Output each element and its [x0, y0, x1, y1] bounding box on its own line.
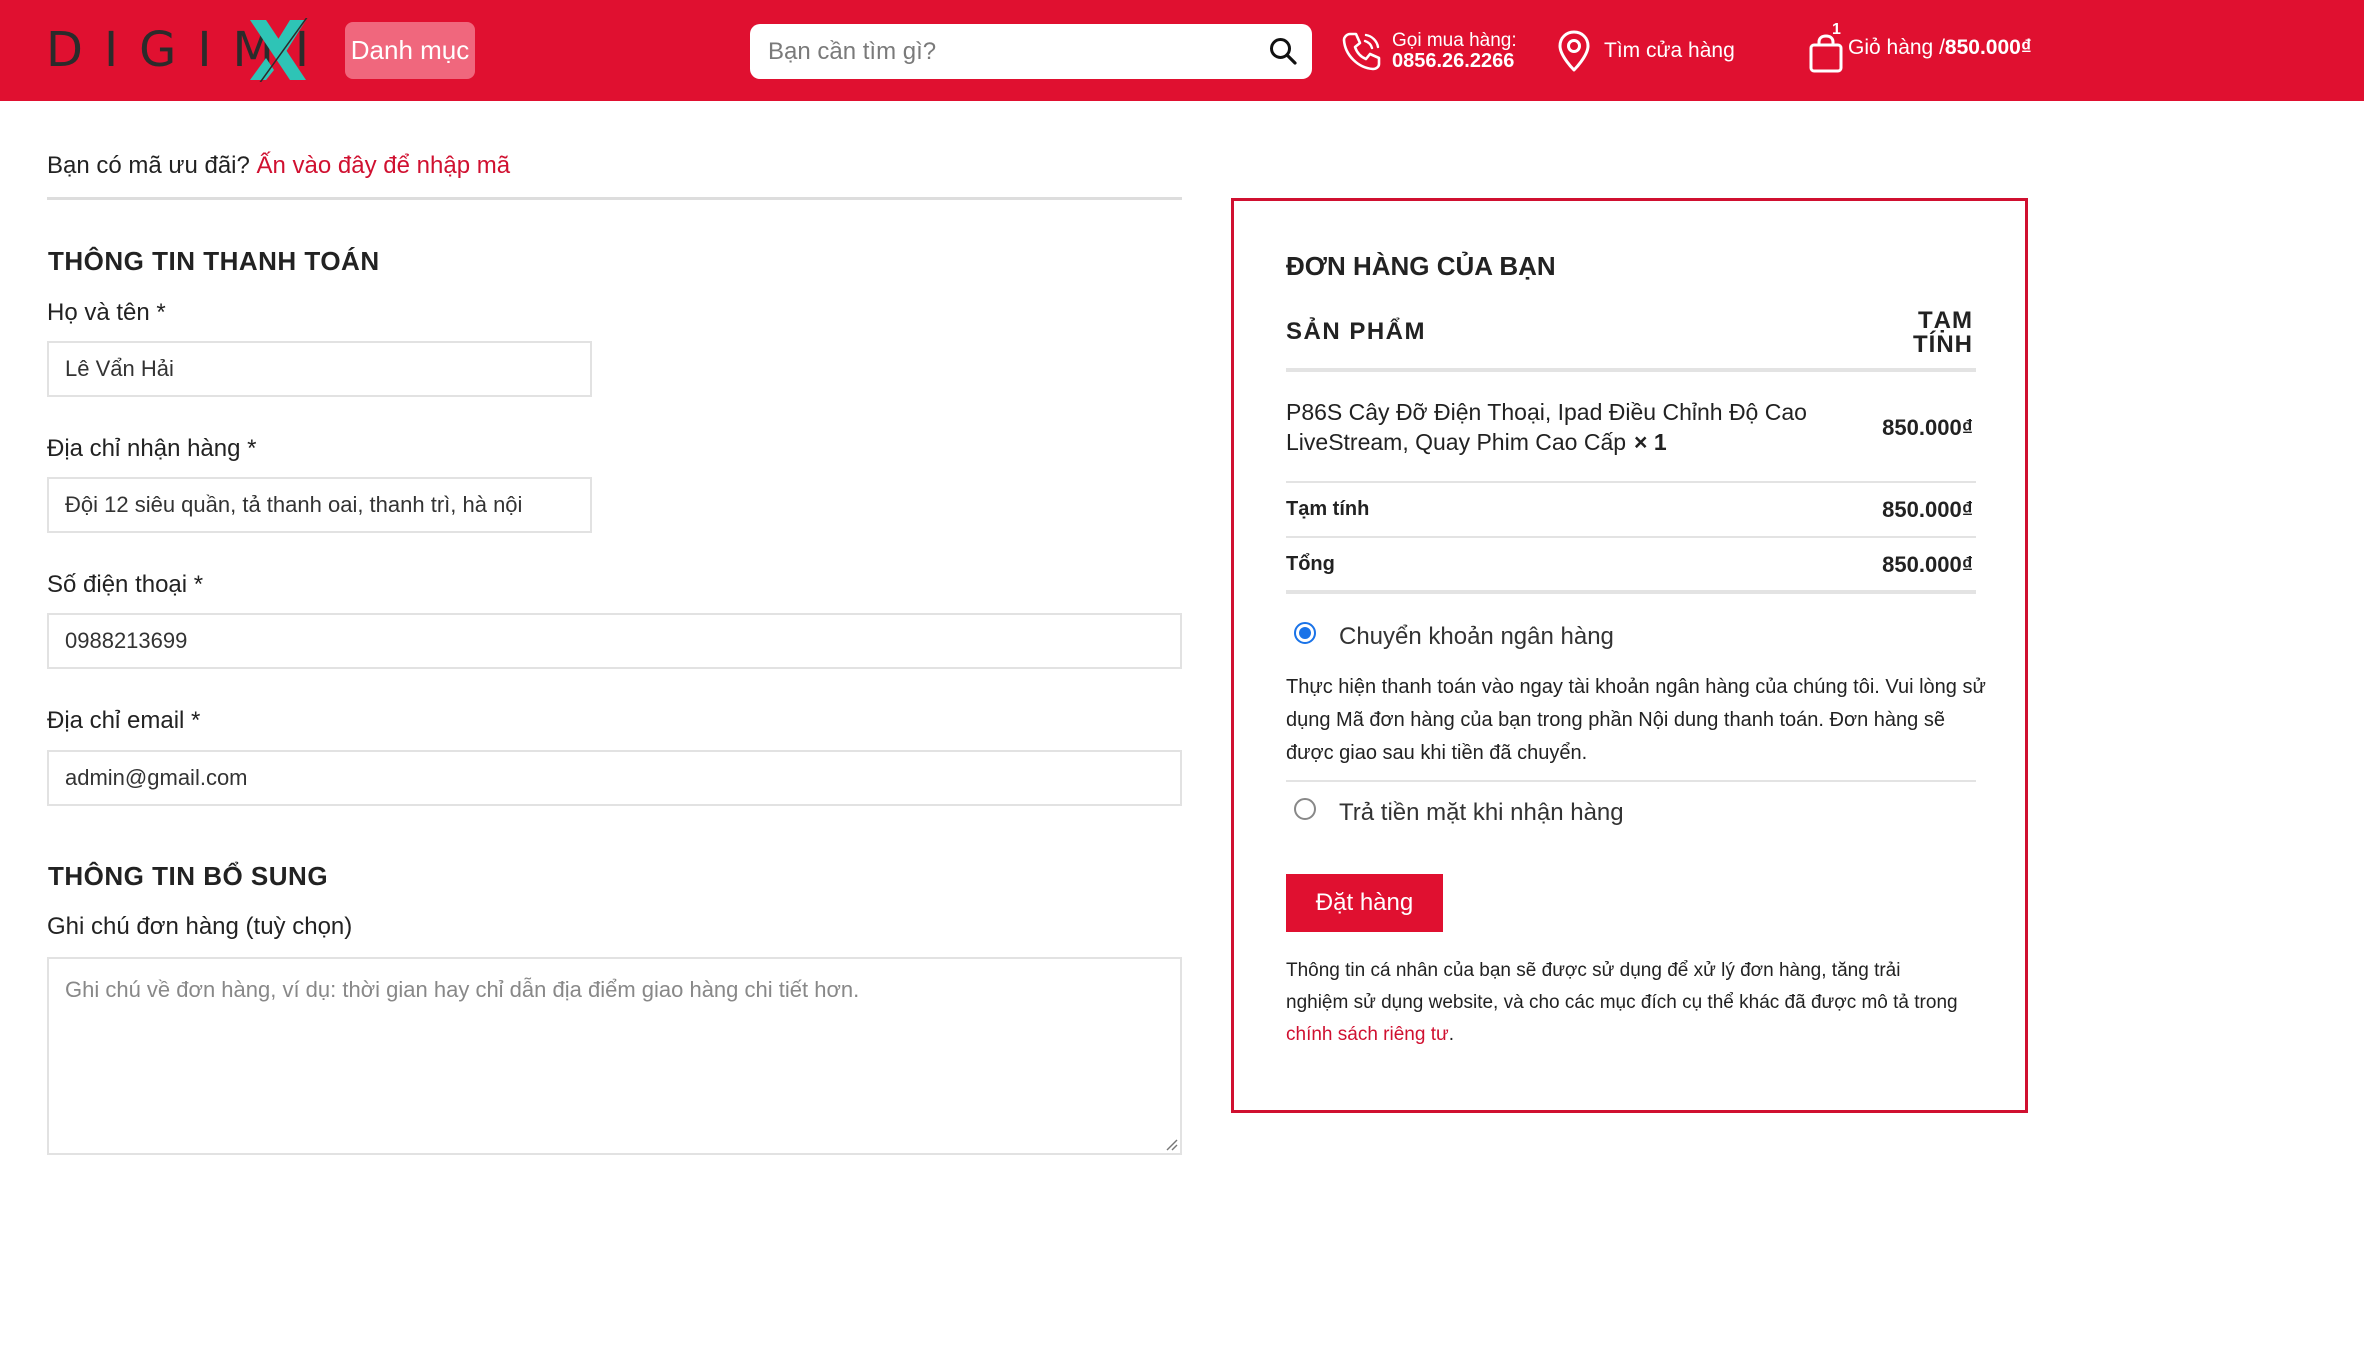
- coupon-prompt: Bạn có mã ưu đãi?: [47, 152, 257, 179]
- order-summary: ĐƠN HÀNG CỦA BẠN SẢN PHẨM TẠM TÍNH P86S …: [1231, 198, 2028, 1113]
- subtotal-column-header: TẠM TÍNH: [1873, 309, 1973, 357]
- cart-total: 850.000₫: [1944, 36, 2032, 59]
- phone-label: Số điện thoại *: [47, 571, 204, 598]
- coupon-link[interactable]: Ấn vào đây để nhập mã: [257, 152, 511, 179]
- order-note-textarea[interactable]: [47, 957, 1182, 1155]
- cart-label: Giỏ hàng /: [1848, 36, 1945, 59]
- cart-link[interactable]: 1 Giỏ hàng / 850.000₫: [1808, 18, 2032, 78]
- subtotal-header-line1: TẠM: [1918, 307, 1973, 334]
- store-locator-label: Tìm cửa hàng: [1604, 39, 1735, 62]
- email-field[interactable]: [47, 750, 1182, 806]
- site-header: DIGIMI Danh mục Gọi mua hàng: 0856.26.22…: [0, 0, 2364, 101]
- cash-on-delivery-label[interactable]: Trả tiền mặt khi nhận hàng: [1339, 799, 1624, 827]
- privacy-notice: Thông tin cá nhân của bạn sẽ được sử dụn…: [1286, 955, 1966, 1051]
- resize-handle-icon[interactable]: [1164, 1137, 1178, 1151]
- additional-info-title: THÔNG TIN BỔ SUNG: [48, 861, 329, 891]
- search-bar: [750, 24, 1312, 79]
- email-label: Địa chỉ email *: [47, 707, 201, 734]
- product-name: P86S Cây Đỡ Điện Thoại, Ipad Điều Chỉnh …: [1286, 399, 1807, 455]
- search-icon[interactable]: [1268, 36, 1298, 66]
- product-quantity: × 1: [1634, 429, 1667, 455]
- subtotal-label: Tạm tính: [1286, 498, 1370, 520]
- logo-x-mark: [250, 18, 308, 82]
- total-label: Tổng: [1286, 553, 1335, 575]
- divider: [1286, 368, 1976, 372]
- bank-transfer-label[interactable]: Chuyển khoản ngân hàng: [1339, 623, 1614, 651]
- divider: [1286, 590, 1976, 594]
- address-label: Địa chỉ nhận hàng *: [47, 435, 257, 462]
- subtotal-header-line2: TÍNH: [1913, 331, 1973, 358]
- order-title: ĐƠN HÀNG CỦA BẠN: [1286, 251, 1556, 281]
- privacy-policy-link[interactable]: chính sách riêng tư: [1286, 1024, 1449, 1045]
- order-note-label: Ghi chú đơn hàng (tuỳ chọn): [47, 913, 353, 940]
- location-pin-icon: [1558, 30, 1590, 72]
- search-input[interactable]: [768, 24, 1248, 79]
- divider: [1286, 780, 1976, 782]
- cart-bag: 1: [1808, 21, 1844, 73]
- address-field[interactable]: [47, 477, 592, 533]
- divider: [47, 197, 1182, 200]
- product-column-header: SẢN PHẨM: [1286, 318, 1427, 345]
- bank-transfer-description: Thực hiện thanh toán vào ngay tài khoản …: [1286, 676, 1986, 764]
- privacy-text: Thông tin cá nhân của bạn sẽ được sử dụn…: [1286, 960, 1958, 1013]
- coupon-notice: Bạn có mã ưu đãi? Ấn vào đây để nhập mã: [47, 152, 510, 180]
- hotline[interactable]: Gọi mua hàng: 0856.26.2266: [1340, 26, 1517, 76]
- privacy-end: .: [1448, 1024, 1454, 1045]
- hotline-label: Gọi mua hàng:: [1392, 30, 1517, 51]
- category-menu-button[interactable]: Danh mục: [345, 22, 475, 79]
- divider: [1286, 481, 1976, 483]
- cash-on-delivery-radio[interactable]: [1294, 798, 1316, 820]
- full-name-label: Họ và tên *: [47, 299, 166, 326]
- billing-title: THÔNG TIN THANH TOÁN: [48, 246, 380, 276]
- place-order-button[interactable]: Đặt hàng: [1286, 874, 1443, 932]
- bank-transfer-radio[interactable]: [1294, 622, 1316, 644]
- total-value: 850.000₫: [1882, 552, 1973, 577]
- site-logo[interactable]: DIGIMI: [46, 18, 316, 84]
- full-name-field[interactable]: [47, 341, 592, 397]
- hotline-number[interactable]: 0856.26.2266: [1392, 51, 1517, 71]
- phone-field[interactable]: [47, 613, 1182, 669]
- shopping-bag-icon: [1809, 34, 1843, 73]
- phone-icon: [1342, 32, 1381, 71]
- order-product-name: P86S Cây Đỡ Điện Thoại, Ipad Điều Chỉnh …: [1286, 397, 1846, 457]
- subtotal-value: 850.000₫: [1882, 497, 1973, 522]
- product-price: 850.000₫: [1882, 415, 1973, 440]
- divider: [1286, 536, 1976, 538]
- store-locator-link[interactable]: Tìm cửa hàng: [1556, 26, 1735, 76]
